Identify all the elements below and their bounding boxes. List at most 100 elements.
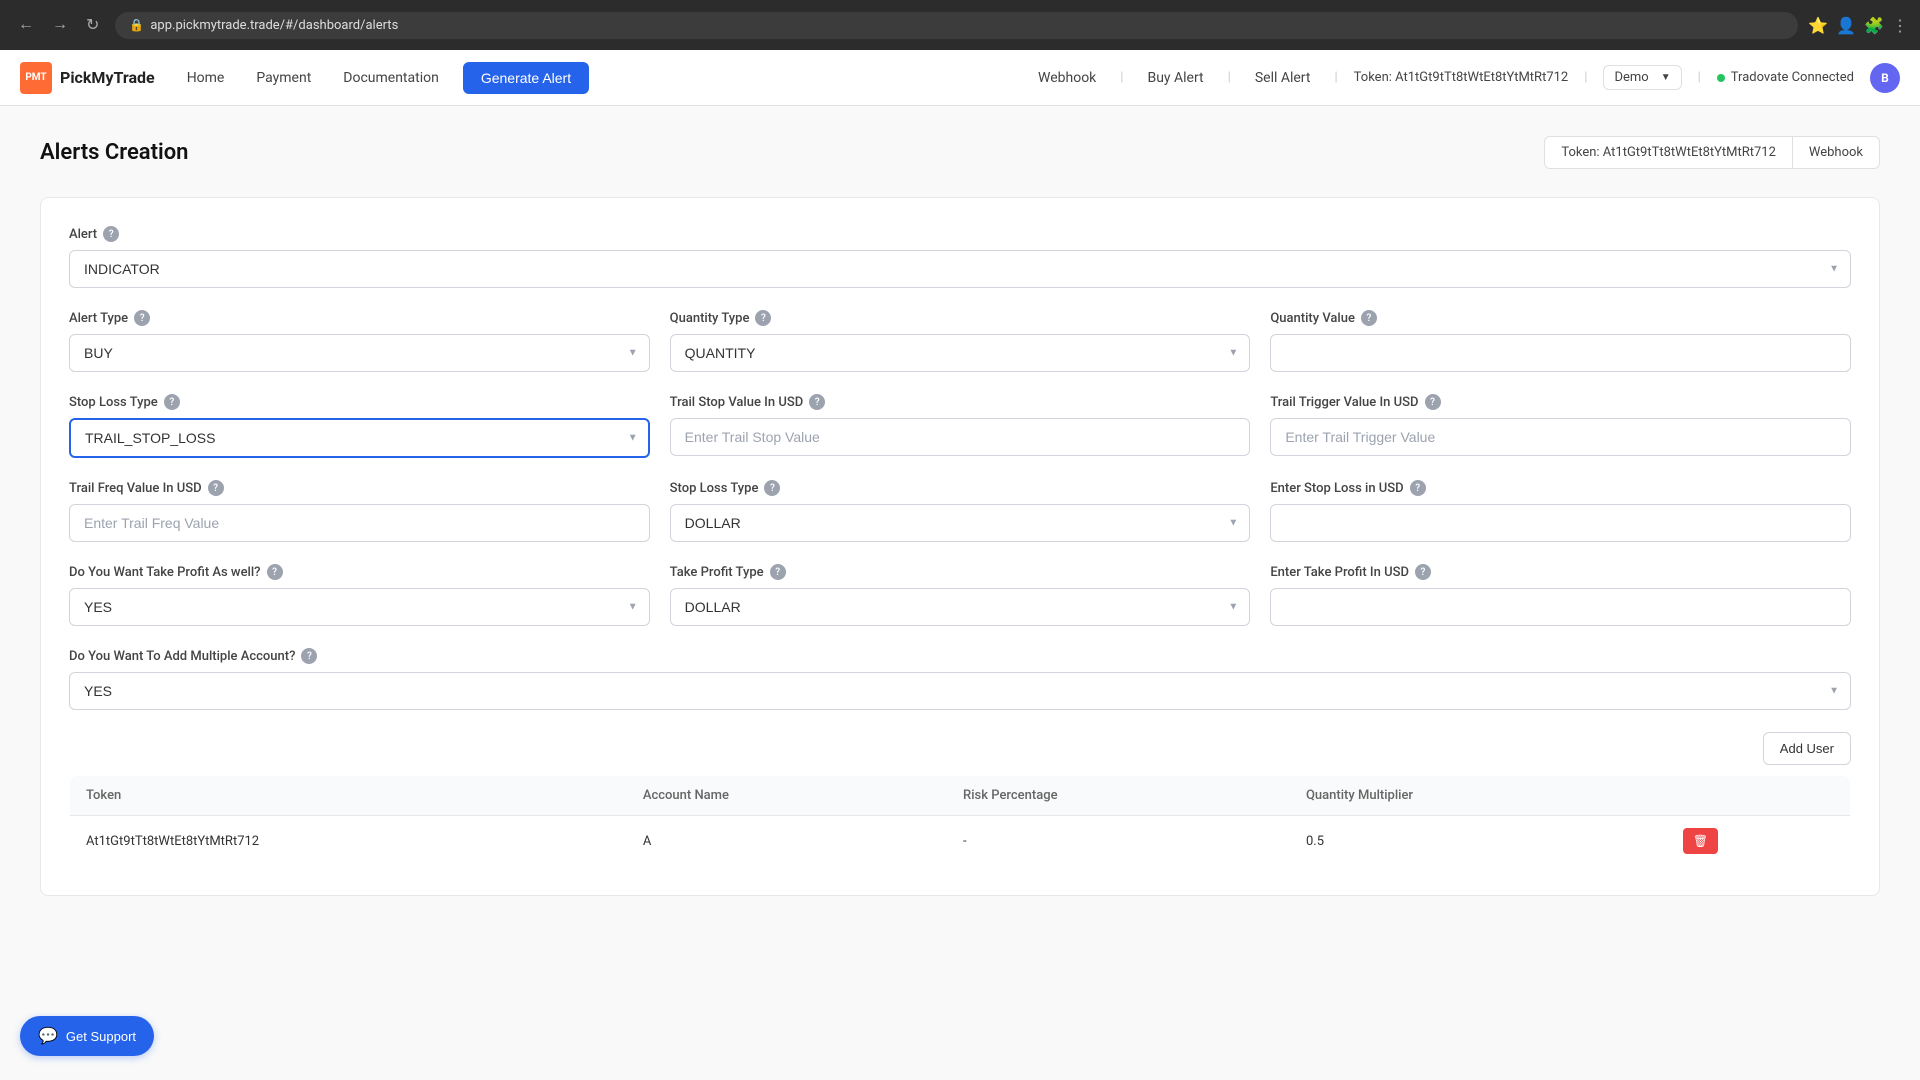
stop-loss-type2-help-icon[interactable]: ?: [764, 480, 780, 496]
table-header-row: Add User: [69, 732, 1851, 765]
browser-bar: ← → ↻ 🔒 app.pickmytrade.trade/#/dashboar…: [0, 0, 1920, 50]
stop-loss-type2-label: Stop Loss Type ?: [670, 480, 1251, 496]
cell-token: At1tGt9tTt8tWtEt8tYtMtRt712: [70, 816, 627, 867]
connected-label: Tradovate Connected: [1731, 70, 1854, 85]
support-icon: 💬: [38, 1026, 58, 1046]
table-header-row-el: Token Account Name Risk Percentage Quant…: [70, 776, 1851, 816]
chevron-down-icon: ▼: [1661, 72, 1671, 83]
delete-row-button[interactable]: 🗑: [1683, 828, 1718, 854]
alert-group: Alert ? INDICATOR: [69, 226, 1851, 288]
quantity-type-group: Quantity Type ? QUANTITY: [670, 310, 1251, 372]
multiple-account-select[interactable]: YES: [69, 672, 1851, 710]
webhook-badge[interactable]: Webhook: [1793, 137, 1879, 168]
main-content: Alerts Creation Token: At1tGt9tTt8tWtEt8…: [0, 106, 1920, 1080]
trail-trigger-group: Trail Trigger Value In USD ?: [1270, 394, 1851, 458]
quantity-type-select[interactable]: QUANTITY: [670, 334, 1251, 372]
take-profit-help-icon[interactable]: ?: [267, 564, 283, 580]
cell-actions: 🗑: [1667, 816, 1851, 867]
take-profit-usd-input[interactable]: 2: [1270, 588, 1851, 626]
quantity-value-group: Quantity Value ? 1: [1270, 310, 1851, 372]
generate-alert-button[interactable]: Generate Alert: [463, 62, 589, 94]
connected-badge: Tradovate Connected: [1717, 70, 1854, 85]
alert-select[interactable]: INDICATOR: [69, 250, 1851, 288]
url-text: app.pickmytrade.trade/#/dashboard/alerts: [150, 18, 398, 33]
nav-buy-alert[interactable]: Buy Alert: [1139, 66, 1211, 90]
row-take-profit: Do You Want Take Profit As well? ? YES T…: [69, 564, 1851, 648]
page-title: Alerts Creation: [40, 140, 188, 165]
take-profit-select[interactable]: YES: [69, 588, 650, 626]
menu-icon[interactable]: ⋮: [1892, 16, 1908, 35]
support-button[interactable]: 💬 Get Support: [20, 1016, 154, 1056]
address-bar[interactable]: 🔒 app.pickmytrade.trade/#/dashboard/aler…: [115, 12, 1798, 39]
multiple-account-wrapper: YES: [69, 672, 1851, 710]
row-alert-type: Alert Type ? BUY Quantity Type ? QUANTIT…: [69, 310, 1851, 394]
trail-freq-group: Trail Freq Value In USD ?: [69, 480, 650, 542]
quantity-value-help-icon[interactable]: ?: [1361, 310, 1377, 326]
back-button[interactable]: ←: [12, 13, 40, 37]
take-profit-type-label: Take Profit Type ?: [670, 564, 1251, 580]
stop-loss-type2-select[interactable]: DOLLAR: [670, 504, 1251, 542]
separator-3: |: [1334, 70, 1337, 85]
take-profit-type-wrapper: DOLLAR: [670, 588, 1251, 626]
nav-documentation[interactable]: Documentation: [335, 66, 447, 90]
take-profit-label: Do You Want Take Profit As well? ?: [69, 564, 650, 580]
alert-type-help-icon[interactable]: ?: [134, 310, 150, 326]
demo-dropdown[interactable]: Demo ▼: [1603, 65, 1681, 90]
enter-stop-loss-group: Enter Stop Loss in USD ? 2: [1270, 480, 1851, 542]
table-row: At1tGt9tTt8tWtEt8tYtMtRt712 A - 0.5 🗑: [70, 816, 1851, 867]
trail-freq-help-icon[interactable]: ?: [208, 480, 224, 496]
add-user-button[interactable]: Add User: [1763, 732, 1851, 765]
take-profit-usd-help-icon[interactable]: ?: [1415, 564, 1431, 580]
alert-type-select[interactable]: BUY: [69, 334, 650, 372]
row-trail-freq: Trail Freq Value In USD ? Stop Loss Type…: [69, 480, 1851, 564]
trail-trigger-help-icon[interactable]: ?: [1425, 394, 1441, 410]
quantity-value-input[interactable]: 1: [1270, 334, 1851, 372]
reload-button[interactable]: ↻: [80, 13, 105, 37]
stop-loss-type2-wrapper: DOLLAR: [670, 504, 1251, 542]
trail-freq-input[interactable]: [69, 504, 650, 542]
profile-icon[interactable]: 👤: [1836, 16, 1856, 35]
bookmark-icon[interactable]: ⭐: [1808, 16, 1828, 35]
quantity-type-label: Quantity Type ?: [670, 310, 1251, 326]
trail-stop-input[interactable]: [670, 418, 1251, 456]
alert-type-label: Alert Type ?: [69, 310, 650, 326]
multiple-account-label: Do You Want To Add Multiple Account? ?: [69, 648, 1851, 664]
demo-label: Demo: [1614, 70, 1648, 85]
quantity-value-label: Quantity Value ?: [1270, 310, 1851, 326]
quantity-type-help-icon[interactable]: ?: [755, 310, 771, 326]
nav-token: Token: At1tGt9tTt8tWtEt8tYtMtRt712: [1354, 70, 1569, 85]
trail-stop-help-icon[interactable]: ?: [809, 394, 825, 410]
take-profit-type-group: Take Profit Type ? DOLLAR: [670, 564, 1251, 626]
take-profit-usd-label: Enter Take Profit In USD ?: [1270, 564, 1851, 580]
nav-payment[interactable]: Payment: [248, 66, 319, 90]
trail-stop-group: Trail Stop Value In USD ?: [670, 394, 1251, 458]
table-section: Add User Token Account Name Risk Percent…: [69, 732, 1851, 867]
cell-risk: -: [947, 816, 1290, 867]
nav-webhook[interactable]: Webhook: [1030, 66, 1104, 90]
trail-trigger-input[interactable]: [1270, 418, 1851, 456]
browser-icons: ⭐ 👤 🧩 ⋮: [1808, 16, 1908, 35]
forward-button[interactable]: →: [46, 13, 74, 37]
stop-loss-type-wrapper: TRAIL_STOP_LOSS: [69, 418, 650, 458]
alert-help-icon[interactable]: ?: [103, 226, 119, 242]
enter-stop-loss-input[interactable]: 2: [1270, 504, 1851, 542]
multiple-account-help-icon[interactable]: ?: [301, 648, 317, 664]
enter-stop-loss-help-icon[interactable]: ?: [1410, 480, 1426, 496]
stop-loss-type-help-icon[interactable]: ?: [164, 394, 180, 410]
alert-label: Alert ?: [69, 226, 1851, 242]
col-actions: [1667, 776, 1851, 816]
stop-loss-type2-group: Stop Loss Type ? DOLLAR: [670, 480, 1251, 542]
take-profit-type-select[interactable]: DOLLAR: [670, 588, 1251, 626]
nav-sell-alert[interactable]: Sell Alert: [1247, 66, 1319, 90]
stop-loss-type-select[interactable]: TRAIL_STOP_LOSS: [69, 418, 650, 458]
logo-icon: PMT: [20, 62, 52, 94]
extensions-icon[interactable]: 🧩: [1864, 16, 1884, 35]
col-risk: Risk Percentage: [947, 776, 1290, 816]
nav-home[interactable]: Home: [179, 66, 233, 90]
row-stop-loss: Stop Loss Type ? TRAIL_STOP_LOSS Trail S…: [69, 394, 1851, 480]
take-profit-type-help-icon[interactable]: ?: [770, 564, 786, 580]
logo: PMT PickMyTrade: [20, 62, 155, 94]
green-dot: [1717, 74, 1725, 82]
user-avatar[interactable]: B: [1870, 63, 1900, 93]
lock-icon: 🔒: [129, 18, 144, 32]
